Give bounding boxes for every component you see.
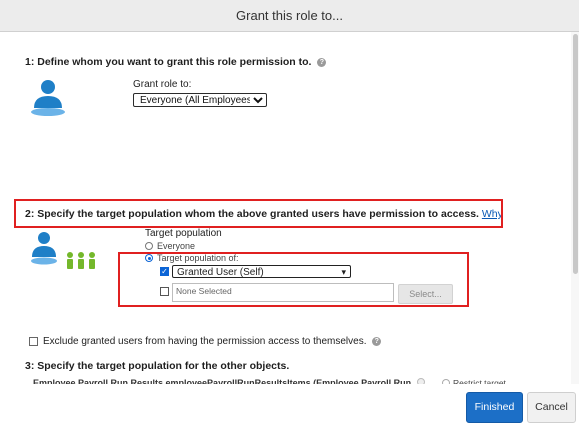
finished-button[interactable]: Finished [466, 392, 523, 423]
grant-role-label: Grant role to: [133, 79, 192, 90]
section1-heading-text: 1: Define whom you want to grant this ro… [25, 56, 312, 68]
section1-heading: 1: Define whom you want to grant this ro… [25, 56, 327, 68]
exclude-label-text: Exclude granted users from having the pe… [43, 336, 367, 347]
everyone-radio-label: Everyone [157, 241, 196, 251]
dialog-titlebar: Grant this role to... [0, 0, 579, 32]
help-icon[interactable]: ? [372, 337, 382, 346]
grant-role-dialog: Grant this role to... 1: Define whom you… [0, 0, 579, 428]
grant-role-select[interactable]: Everyone (All Employees) [133, 93, 267, 107]
section3-heading: 3: Specify the target population for the… [25, 360, 290, 372]
user-group-icon [31, 232, 95, 269]
target-population-label: Target population [145, 228, 222, 239]
annotation-highlight-heading [14, 199, 503, 228]
everyone-radio[interactable] [145, 242, 153, 250]
help-icon[interactable]: ? [317, 58, 327, 67]
person-icon [31, 80, 65, 116]
exclude-label: Exclude granted users from having the pe… [43, 336, 382, 347]
dialog-title: Grant this role to... [236, 8, 343, 23]
scrollbar-thumb[interactable] [573, 34, 578, 274]
exclude-checkbox[interactable] [29, 337, 38, 346]
cancel-button[interactable]: Cancel [527, 392, 576, 423]
annotation-highlight-target [118, 252, 469, 307]
